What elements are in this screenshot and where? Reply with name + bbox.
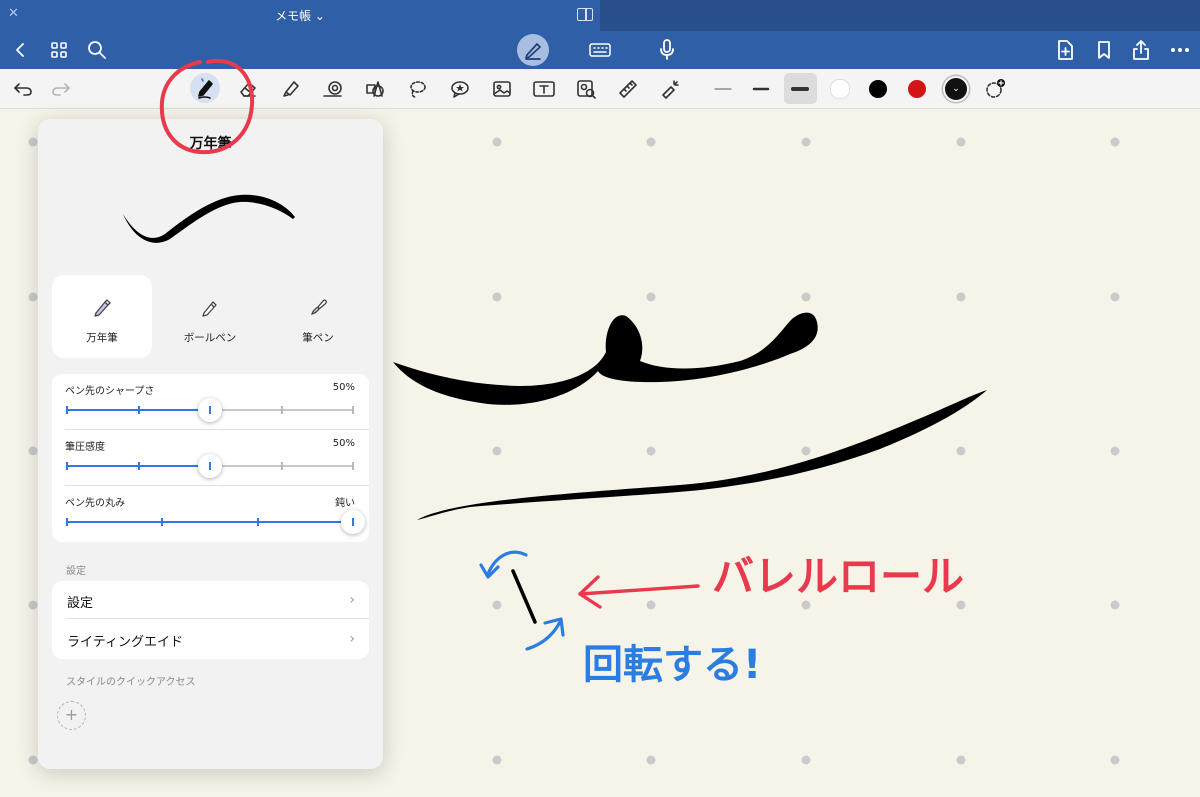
- pencil-icon: [525, 43, 541, 60]
- pen-type-label: 万年筆: [86, 332, 118, 344]
- pen-mode-button[interactable]: [517, 34, 549, 66]
- ruler-icon[interactable]: [613, 69, 643, 108]
- grid-view-icon[interactable]: [46, 31, 72, 69]
- add-page-icon[interactable]: [1053, 31, 1077, 69]
- sticker-icon[interactable]: [445, 69, 475, 108]
- slider-tick: [66, 406, 68, 414]
- search-icon[interactable]: [84, 31, 110, 69]
- back-icon[interactable]: [8, 31, 32, 69]
- slider-tick: [352, 462, 354, 470]
- more-icon[interactable]: [1166, 31, 1194, 69]
- bookmark-icon[interactable]: [1092, 31, 1116, 69]
- slider-tick: [138, 462, 140, 470]
- slider-track[interactable]: [66, 398, 354, 422]
- pen-type-brush-pen[interactable]: 筆ペン: [268, 275, 368, 358]
- add-style-button[interactable]: +: [57, 701, 86, 730]
- slider-tick: [352, 406, 354, 414]
- pressure-sensitivity-slider[interactable]: 筆圧感度 50%: [52, 430, 369, 486]
- color-red-swatch[interactable]: [902, 69, 932, 108]
- slider-value: 鈍い: [335, 498, 355, 509]
- slider-fill: [67, 521, 353, 523]
- blue-annotation-text: 回転する!: [583, 642, 761, 688]
- slider-value: 50%: [332, 382, 355, 393]
- slider-label: 筆圧感度: [65, 442, 105, 453]
- nib-roundness-slider[interactable]: ペン先の丸み 鈍い: [52, 486, 369, 542]
- fountain-pen-icon: [94, 299, 111, 317]
- slider-tick: [161, 518, 163, 526]
- settings-row-label: 設定: [67, 596, 94, 611]
- medium-line-icon[interactable]: [746, 69, 776, 108]
- color-picker-button[interactable]: ⌄: [941, 69, 971, 108]
- microphone-icon[interactable]: [655, 31, 679, 69]
- text-box-icon[interactable]: [529, 69, 559, 108]
- red-arrow: [578, 584, 700, 596]
- ink-stroke: [393, 312, 818, 405]
- quick-access-section-label: スタイルのクイックアクセス: [66, 677, 196, 688]
- document-title[interactable]: メモ帳 ⌄: [0, 7, 600, 24]
- share-icon[interactable]: [1128, 31, 1154, 69]
- slider-tick: [66, 518, 68, 526]
- settings-group: 設定 › ライティングエイド ›: [52, 581, 369, 659]
- lasso-icon[interactable]: [402, 69, 432, 108]
- redo-icon[interactable]: [46, 69, 76, 108]
- nib-sharpness-slider[interactable]: ペン先のシャープさ 50%: [52, 374, 369, 430]
- chevron-right-icon: ›: [349, 592, 355, 608]
- divider: [67, 618, 369, 619]
- red-annotation-text: バレルロール: [712, 552, 964, 601]
- split-view-icon[interactable]: [577, 8, 593, 21]
- red-highlight-circle: [159, 58, 255, 155]
- slider-tick: [66, 462, 68, 470]
- slider-tick: [138, 406, 140, 414]
- ballpoint-pen-icon: [202, 301, 217, 317]
- laser-pointer-icon[interactable]: [655, 69, 685, 108]
- keyboard-icon[interactable]: [587, 31, 613, 69]
- image-icon[interactable]: [487, 69, 517, 108]
- blue-arrow: [525, 620, 562, 651]
- writing-aid-row[interactable]: ライティングエイド ›: [52, 620, 369, 658]
- pen-sliders-group: ペン先のシャープさ 50% 筆圧感度 50% ペン先の丸み 鈍い: [52, 374, 369, 542]
- color-black-swatch[interactable]: [863, 69, 893, 108]
- slider-tick: [257, 518, 259, 526]
- pen-settings-popover: 万年筆 万年筆 ボールペン 筆ペン ペン先のシャープさ 50% 筆圧感度 50%…: [38, 119, 383, 769]
- brush-pen-icon: [311, 299, 327, 315]
- highlighter-icon[interactable]: [276, 69, 306, 108]
- title-bar: ✕ メモ帳 ⌄: [0, 0, 1200, 31]
- thin-line-icon[interactable]: [708, 69, 738, 108]
- pen-type-label: 筆ペン: [302, 332, 334, 344]
- thick-line-icon[interactable]: [785, 69, 815, 108]
- slider-label: ペン先のシャープさ: [65, 386, 155, 397]
- undo-icon[interactable]: [8, 69, 38, 108]
- camera-scan-icon[interactable]: [571, 69, 601, 108]
- pen-type-fountain-pen[interactable]: 万年筆: [52, 275, 152, 358]
- shapes-icon[interactable]: [360, 69, 390, 108]
- add-color-icon[interactable]: [980, 69, 1010, 108]
- chevron-down-icon: ⌄: [945, 77, 967, 100]
- shape-tool-icon[interactable]: [318, 69, 348, 108]
- pen-type-selector: 万年筆 ボールペン 筆ペン: [52, 275, 369, 358]
- slider-track[interactable]: [66, 510, 365, 534]
- chevron-right-icon: ›: [349, 631, 355, 647]
- writing-aid-label: ライティングエイド: [67, 635, 183, 650]
- slider-tick: [352, 518, 354, 526]
- slider-label: ペン先の丸み: [65, 498, 125, 509]
- slider-track[interactable]: [66, 454, 354, 478]
- slider-tick: [281, 462, 283, 470]
- slider-value: 50%: [332, 438, 355, 449]
- stroke-preview: [123, 194, 295, 243]
- slider-tick: [209, 462, 211, 470]
- color-white-swatch[interactable]: [825, 69, 855, 108]
- settings-section-label: 設定: [66, 566, 86, 577]
- ink-stroke: [511, 569, 537, 624]
- pen-type-label: ボールペン: [183, 332, 237, 344]
- title-bar-empty-area: [600, 0, 1200, 31]
- slider-tick: [281, 406, 283, 414]
- ink-stroke: [417, 390, 987, 520]
- slider-tick: [209, 406, 211, 414]
- settings-row[interactable]: 設定 ›: [52, 581, 369, 619]
- pen-type-ballpoint[interactable]: ボールペン: [160, 275, 260, 358]
